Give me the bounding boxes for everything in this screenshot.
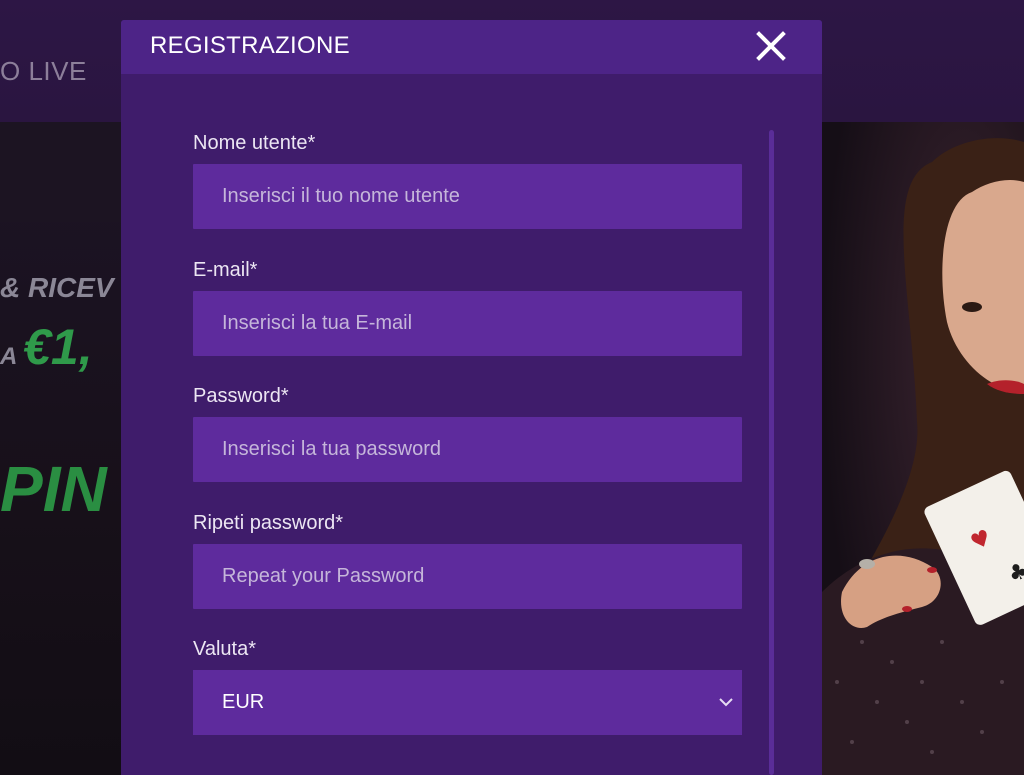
repeat-password-input[interactable] (193, 543, 742, 609)
promo-prefix: A (0, 343, 17, 370)
close-icon[interactable] (751, 26, 791, 66)
email-input[interactable] (193, 290, 742, 356)
page: O LIVE & RICEV A €1, PIN ♥ ♣ REGISTRAZIO… (0, 0, 1024, 775)
repeat-password-label: Ripeti password* (193, 511, 344, 534)
password-label: Password* (193, 385, 289, 407)
password-field-group: Password* (193, 381, 742, 508)
registration-form: Nome utente* E-mail* Password* Ripeti pa… (193, 128, 742, 761)
currency-label: Valuta* (193, 638, 257, 660)
username-input[interactable] (193, 164, 742, 229)
promo-text-line-1: & RICEV (0, 272, 114, 303)
password-input[interactable] (193, 417, 742, 482)
hero-strip (0, 122, 125, 222)
promo-text-line-2: A €1, (0, 318, 93, 376)
modal-title: REGISTRAZIONE (150, 32, 350, 59)
promo-text-line-3: PIN (0, 453, 107, 525)
currency-field-group: Valuta* EUR (193, 634, 742, 761)
username-label: Nome utente* (193, 132, 316, 154)
scrollbar[interactable] (769, 130, 774, 775)
registration-modal: REGISTRAZIONE Nome utente* E-mail* Passw… (121, 20, 822, 775)
chevron-down-icon (719, 698, 733, 707)
username-field-group: Nome utente* (193, 128, 742, 255)
nav-item-live[interactable]: O LIVE (0, 56, 87, 87)
currency-selected-value: EUR (222, 691, 265, 713)
dealer-illustration: ♥ ♣ (822, 122, 1024, 775)
email-field-group: E-mail* (193, 255, 742, 382)
dealer-image: ♥ ♣ (822, 122, 1024, 775)
close-button[interactable] (751, 26, 791, 66)
promo-amount: €1, (23, 319, 93, 375)
repeat-password-field-group: Ripeti password* (193, 508, 742, 635)
email-label: E-mail* (193, 258, 258, 281)
currency-select[interactable]: EUR (193, 670, 742, 735)
modal-header: REGISTRAZIONE (121, 20, 822, 74)
